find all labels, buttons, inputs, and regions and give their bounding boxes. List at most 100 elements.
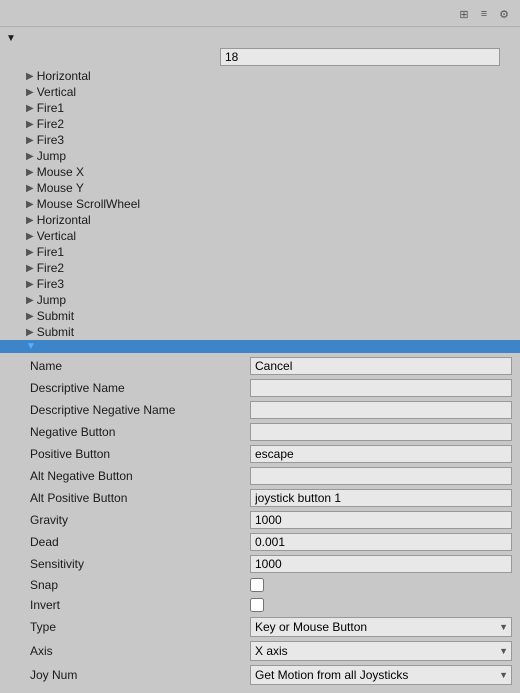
titlebar-icon-menu[interactable]: ≡ [476,6,492,22]
tree-item-3[interactable]: ▶Fire2 [0,116,520,132]
tree-arrow-6: ▶ [26,167,34,178]
axes-size-row [0,46,520,68]
field-input-2[interactable] [250,401,512,419]
tree-item-label-7: Mouse Y [37,181,84,195]
tree-item-label-4: Fire3 [37,133,64,147]
tree-arrow-8: ▶ [26,199,34,210]
tree-items-container: ▶Horizontal▶Vertical▶Fire1▶Fire2▶Fire3▶J… [0,68,520,340]
tree-item-5[interactable]: ▶Jump [0,148,520,164]
tree-item-14[interactable]: ▶Jump [0,292,520,308]
tree-arrow-10: ▶ [26,231,34,242]
field-row-2: Descriptive Negative Name [0,399,520,421]
field-label-10: Snap [30,578,250,592]
field-label-1: Descriptive Name [30,381,250,395]
tree-item-1[interactable]: ▶Vertical [0,84,520,100]
tree-arrow-15: ▶ [26,311,34,322]
tree-item-label-1: Vertical [37,85,76,99]
field-row-9: Sensitivity [0,553,520,575]
field-input-3[interactable] [250,423,512,441]
field-row-10: Snap [0,575,520,595]
field-row-5: Alt Negative Button [0,465,520,487]
tree-item-0[interactable]: ▶Horizontal [0,68,520,84]
tree-item-label-15: Submit [37,309,74,323]
field-select-14[interactable]: Get Motion from all JoysticksJoystick 1J… [250,665,512,685]
field-input-0[interactable] [250,357,512,375]
tree-arrow-7: ▶ [26,183,34,194]
field-row-11: Invert [0,595,520,615]
field-select-13[interactable]: X axisY axis3rd axis4th axis [250,641,512,661]
tree-item-label-10: Vertical [37,229,76,243]
cancel-tree-item[interactable]: ▼ [0,340,520,353]
tree-arrow-12: ▶ [26,263,34,274]
tree-item-label-2: Fire1 [37,101,64,115]
axes-size-input[interactable] [220,48,500,66]
field-input-5[interactable] [250,467,512,485]
field-row-3: Negative Button [0,421,520,443]
tree-item-8[interactable]: ▶Mouse ScrollWheel [0,196,520,212]
tree-item-11[interactable]: ▶Fire1 [0,244,520,260]
content-area: ▼ ▶Horizontal▶Vertical▶Fire1▶Fire2▶Fire3… [0,27,520,693]
field-label-11: Invert [30,598,250,612]
tree-item-label-0: Horizontal [37,69,91,83]
tree-item-label-5: Jump [37,149,66,163]
titlebar-icons: ⊞ ≡ ⚙ [456,6,512,22]
field-input-6[interactable] [250,489,512,507]
tree-item-label-11: Fire1 [37,245,64,259]
tree-item-10[interactable]: ▶Vertical [0,228,520,244]
tree-item-label-13: Fire3 [37,277,64,291]
titlebar-icon-settings[interactable]: ⚙ [496,6,512,22]
field-row-13: AxisX axisY axis3rd axis4th axis▼ [0,639,520,663]
field-select-12[interactable]: Key or Mouse ButtonMouse MovementJoystic… [250,617,512,637]
field-input-1[interactable] [250,379,512,397]
field-label-2: Descriptive Negative Name [30,403,250,417]
field-row-7: Gravity [0,509,520,531]
tree-item-label-14: Jump [37,293,66,307]
tree-item-label-12: Fire2 [37,261,64,275]
field-label-9: Sensitivity [30,557,250,571]
tree-item-4[interactable]: ▶Fire3 [0,132,520,148]
field-label-3: Negative Button [30,425,250,439]
tree-arrow-2: ▶ [26,103,34,114]
field-input-7[interactable] [250,511,512,529]
field-label-13: Axis [30,644,250,658]
field-row-14: Joy NumGet Motion from all JoysticksJoys… [0,663,520,687]
tree-item-16[interactable]: ▶Submit [0,324,520,340]
tree-arrow-14: ▶ [26,295,34,306]
field-label-12: Type [30,620,250,634]
field-row-8: Dead [0,531,520,553]
tree-item-6[interactable]: ▶Mouse X [0,164,520,180]
tree-item-13[interactable]: ▶Fire3 [0,276,520,292]
axes-header[interactable]: ▼ [0,31,520,46]
tree-arrow-3: ▶ [26,119,34,130]
field-row-1: Descriptive Name [0,377,520,399]
field-input-8[interactable] [250,533,512,551]
field-label-14: Joy Num [30,668,250,682]
tree-item-7[interactable]: ▶Mouse Y [0,180,520,196]
window: ⊞ ≡ ⚙ ▼ ▶Horizontal▶Vertical▶Fire1▶Fire2… [0,0,520,693]
field-label-6: Alt Positive Button [30,491,250,505]
fields-section: Name Descriptive Name Descriptive Negative… [0,353,520,689]
field-input-9[interactable] [250,555,512,573]
field-label-0: Name [30,359,250,373]
tree-item-9[interactable]: ▶Horizontal [0,212,520,228]
axes-arrow: ▼ [6,33,16,44]
tree-item-label-8: Mouse ScrollWheel [37,197,140,211]
field-row-6: Alt Positive Button [0,487,520,509]
field-label-8: Dead [30,535,250,549]
tree-item-15[interactable]: ▶Submit [0,308,520,324]
titlebar-icon-layout[interactable]: ⊞ [456,6,472,22]
field-input-4[interactable] [250,445,512,463]
tree-arrow-13: ▶ [26,279,34,290]
tree-item-label-3: Fire2 [37,117,64,131]
field-label-7: Gravity [30,513,250,527]
select-wrapper-12: Key or Mouse ButtonMouse MovementJoystic… [250,617,512,637]
tree-item-label-16: Submit [37,325,74,339]
tree-item-12[interactable]: ▶Fire2 [0,260,520,276]
field-checkbox-11[interactable] [250,598,264,612]
field-checkbox-10[interactable] [250,578,264,592]
tree-item-2[interactable]: ▶Fire1 [0,100,520,116]
field-row-0: Name [0,355,520,377]
field-row-12: TypeKey or Mouse ButtonMouse MovementJoy… [0,615,520,639]
tree-arrow-9: ▶ [26,215,34,226]
tree-arrow-1: ▶ [26,87,34,98]
